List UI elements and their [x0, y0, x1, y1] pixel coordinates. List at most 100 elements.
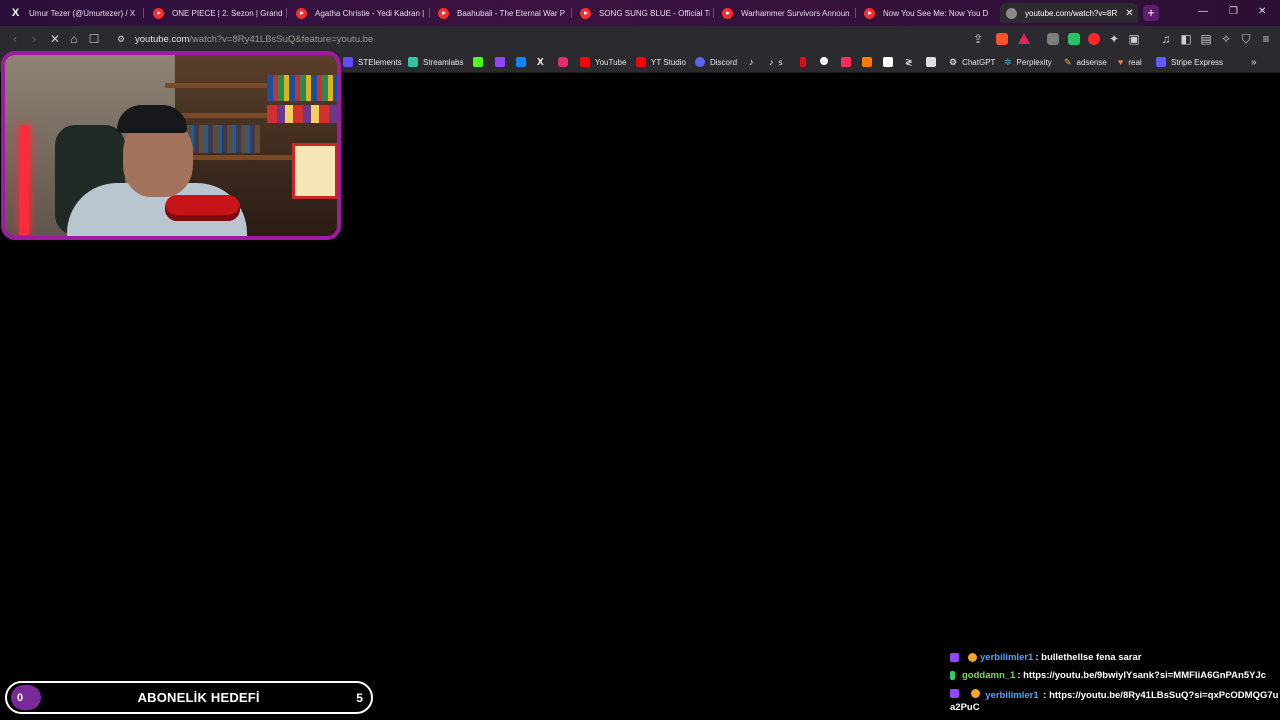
- tab-now-you-see-me[interactable]: Now You See Me: Now You D: [858, 3, 994, 23]
- vpn-icon[interactable]: ⛉: [1239, 32, 1253, 46]
- wallet-icon[interactable]: ▤: [1199, 32, 1213, 46]
- chat-username: yerbilimler1: [980, 652, 1034, 663]
- extension-icon[interactable]: [1068, 33, 1080, 45]
- adsense-icon: ✎: [1064, 57, 1072, 67]
- sidebar-icon[interactable]: ◧: [1179, 32, 1193, 46]
- webcam-poster: [292, 143, 337, 199]
- tab-twitter[interactable]: X Umur Tezer (@Umurtezer) / X: [4, 3, 140, 23]
- address-bar[interactable]: youtube.com/watch?v=8Ry41LBsSuQ&feature=…: [135, 34, 373, 45]
- restore-icon[interactable]: ❐: [1229, 6, 1238, 17]
- youtube-icon: [296, 7, 307, 19]
- goal-target-count: 5: [356, 690, 363, 705]
- extension-icon[interactable]: [1047, 33, 1059, 45]
- bookmark-netflix[interactable]: [800, 57, 811, 67]
- subscriber-badge-icon: [950, 653, 959, 662]
- tab-strip: X Umur Tezer (@Umurtezer) / X ONE PIECE …: [0, 0, 1280, 26]
- bookmark-site[interactable]: [926, 57, 941, 67]
- bookmark-tiktok-s[interactable]: ♪ s: [769, 57, 783, 67]
- circle-icon: [820, 57, 828, 65]
- site-info-icon[interactable]: ⚙: [114, 32, 128, 46]
- stop-icon[interactable]: ✕: [48, 32, 62, 46]
- home-icon[interactable]: ⌂: [67, 32, 81, 46]
- back-icon[interactable]: ‹: [8, 32, 22, 46]
- tab-separator: [855, 8, 856, 18]
- perplexity-icon: ✲: [1004, 57, 1012, 67]
- bookmark-stripe-express[interactable]: Stripe Express: [1156, 57, 1223, 67]
- tab-separator: [713, 8, 714, 18]
- bookmark-bluesky[interactable]: [516, 57, 531, 67]
- bookmark-instagram[interactable]: [558, 57, 573, 67]
- extensions-puzzle-icon[interactable]: ✦: [1107, 32, 1121, 46]
- close-window-icon[interactable]: ✕: [1258, 6, 1266, 17]
- webcam-figures: [267, 105, 337, 123]
- tab-separator: [571, 8, 572, 18]
- youtube-icon: [580, 7, 591, 19]
- webcam-overlay: [1, 51, 341, 240]
- bookmark-site[interactable]: [820, 57, 833, 65]
- bookmark-amazon[interactable]: [883, 57, 898, 67]
- twitch-icon: [495, 57, 505, 67]
- webcam-microphone: [165, 195, 240, 221]
- bookmark-real[interactable]: ♥ real: [1118, 57, 1142, 67]
- chat-username: goddamn_1: [962, 670, 1016, 681]
- bookmark-x[interactable]: X: [537, 57, 544, 68]
- forward-icon[interactable]: ›: [27, 32, 41, 46]
- brave-rewards-icon[interactable]: [1018, 33, 1030, 44]
- image-icon: [926, 57, 936, 67]
- bookmark-site[interactable]: [862, 57, 877, 67]
- bookmarks-overflow-button[interactable]: »: [1251, 57, 1257, 68]
- share-icon[interactable]: ⇪: [971, 32, 985, 46]
- bookmark-perplexity[interactable]: ✲ Perplexity: [1004, 57, 1052, 68]
- tab-warhammer[interactable]: Warhammer Survivors Announ: [716, 3, 852, 23]
- goal-current-count: 0: [11, 685, 41, 710]
- netflix-icon: [800, 57, 806, 67]
- tab-search-icon[interactable]: ▣: [1127, 32, 1141, 46]
- bookmark-site[interactable]: [841, 57, 856, 67]
- bookmark-youtube[interactable]: YouTube: [580, 57, 626, 67]
- bookmark-chatgpt[interactable]: ⚙ ChatGPT: [949, 57, 995, 68]
- youtube-icon: [580, 57, 590, 67]
- webcam-books: [267, 75, 337, 101]
- leo-ai-icon[interactable]: ✧: [1219, 32, 1233, 46]
- menu-icon[interactable]: ≡: [1259, 32, 1273, 46]
- bookmark-streamlabs[interactable]: Streamlabs: [408, 57, 463, 67]
- bookmark-tiktok[interactable]: ♪: [749, 57, 754, 67]
- tab-one-piece[interactable]: ONE PIECE | 2. Sezon | Grand L: [147, 3, 283, 23]
- tab-song-sung-blue[interactable]: SONG SUNG BLUE - Official Tr: [574, 3, 710, 23]
- tab-agatha-christie[interactable]: Agatha Christie - Yedi Kadran |: [290, 3, 426, 23]
- brave-shield-icon[interactable]: [996, 33, 1008, 45]
- zigzag-icon: ≷: [905, 57, 913, 67]
- chatgpt-icon: ⚙: [949, 57, 958, 67]
- youtube-studio-icon: [636, 57, 646, 67]
- close-icon[interactable]: ✕: [1125, 8, 1133, 19]
- discord-icon: [695, 57, 705, 67]
- extension-icon[interactable]: [1088, 33, 1100, 45]
- bookmark-kick[interactable]: [473, 57, 488, 67]
- tab-youtube-watch[interactable]: youtube.com/watch?v=8R ✕: [1000, 3, 1138, 23]
- x-icon: X: [11, 7, 20, 19]
- bookmark-discord[interactable]: Discord: [695, 57, 737, 67]
- tab-title: Baahubali - The Eternal War P: [457, 8, 566, 18]
- tab-separator: [286, 8, 287, 18]
- minimize-icon[interactable]: —: [1198, 6, 1208, 17]
- bookmark-adsense[interactable]: ✎ adsense: [1064, 57, 1107, 68]
- youtube-icon: [864, 7, 875, 19]
- subscriber-badge-icon: [950, 689, 959, 698]
- tab-title: Now You See Me: Now You D: [883, 8, 989, 18]
- goal-title: ABONELİK HEDEFİ: [137, 690, 260, 705]
- bookmark-site[interactable]: ≷: [905, 57, 913, 68]
- bookmark-icon[interactable]: ☐: [87, 32, 101, 46]
- tiktok-icon: ♪: [749, 57, 754, 67]
- chat-username: yerbilimler1: [985, 690, 1039, 701]
- media-icon[interactable]: ♫: [1159, 32, 1173, 46]
- new-tab-button[interactable]: +: [1143, 5, 1159, 21]
- bookmark-label: s: [778, 57, 783, 67]
- chat-text: : bullethellse fena sarar: [1035, 652, 1142, 663]
- bookmark-stelements[interactable]: STElements: [343, 57, 402, 67]
- x-icon: X: [537, 57, 544, 68]
- bookmark-yt-studio[interactable]: YT Studio: [636, 57, 686, 67]
- stripe-icon: [1156, 57, 1166, 67]
- bookmark-twitch[interactable]: [495, 57, 510, 67]
- bookmark-label: Stripe Express: [1171, 57, 1224, 67]
- tab-baahubali[interactable]: Baahubali - The Eternal War P: [432, 3, 568, 23]
